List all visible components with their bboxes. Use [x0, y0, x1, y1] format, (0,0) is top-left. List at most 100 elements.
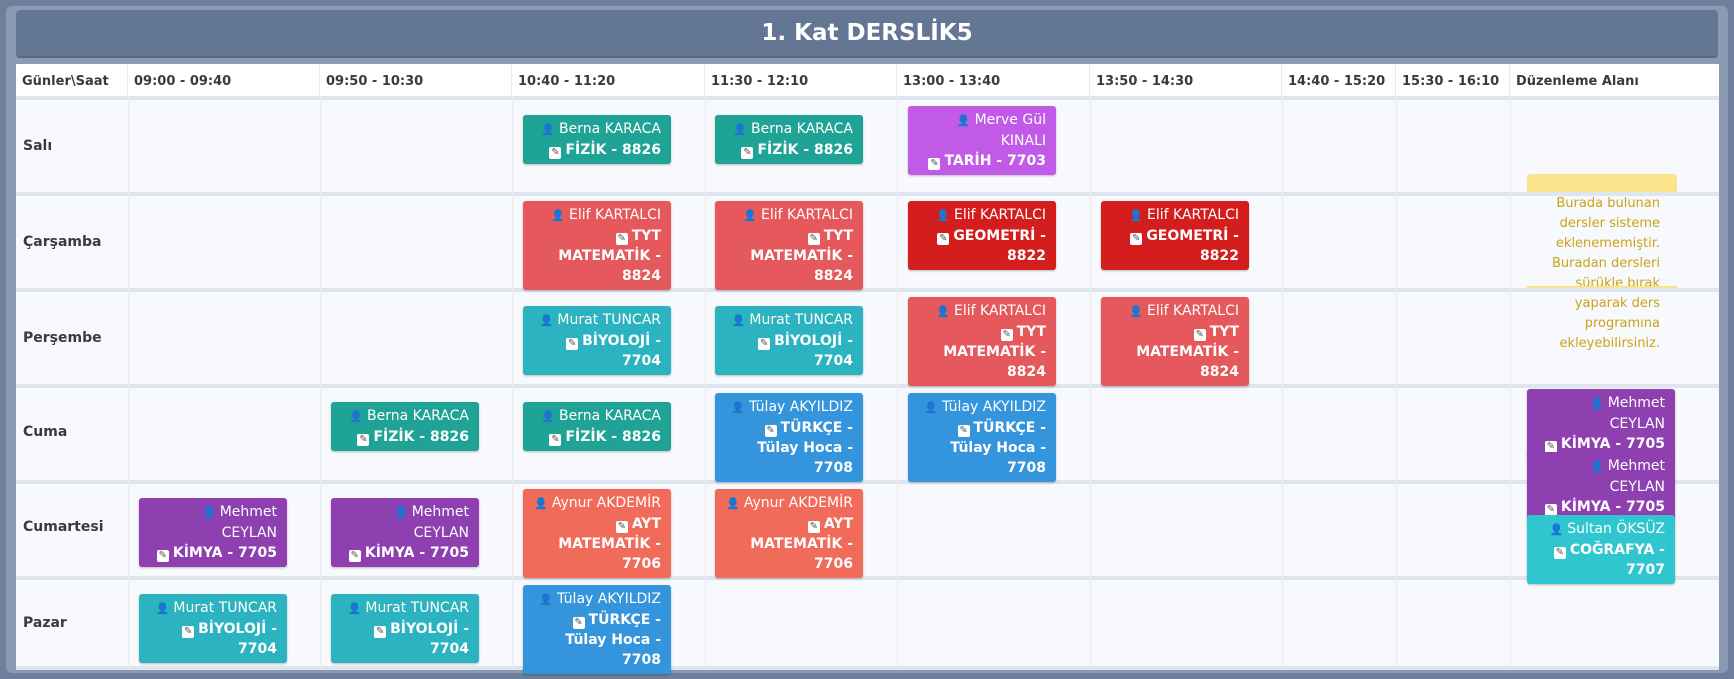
lesson-card[interactable]: Mehmet CEYLAN KİMYA - 7705	[331, 498, 479, 567]
column-line	[897, 96, 898, 670]
lesson-course: BİYOLOJİ - 7704	[147, 619, 277, 659]
day-label-cumartesi: Cumartesi	[23, 519, 104, 535]
lesson-card[interactable]: Elif KARTALCI GEOMETRİ - 8822	[908, 201, 1056, 270]
unassigned-lesson-card[interactable]: Sultan ÖKSÜZ COĞRAFYA - 7707	[1527, 515, 1675, 584]
lesson-course: TÜRKÇE - Tülay Hoca - 7708	[531, 610, 661, 670]
row-bg	[16, 388, 1719, 480]
header-edit-area: Düzenleme Alanı	[1516, 74, 1639, 89]
edit-area-hint-line	[1527, 286, 1677, 288]
day-label-persembe: Perşembe	[23, 330, 102, 346]
lesson-course: AYT MATEMATİK - 7706	[723, 514, 853, 574]
lesson-teacher: Elif KARTALCI	[1109, 205, 1239, 226]
lesson-teacher: Sultan ÖKSÜZ	[1535, 519, 1665, 540]
header-slot-5: 13:00 - 13:40	[897, 64, 1090, 96]
lesson-course: GEOMETRİ - 8822	[1109, 226, 1239, 266]
lesson-card[interactable]: Tülay AKYILDIZ TÜRKÇE - Tülay Hoca - 770…	[523, 585, 671, 674]
column-line	[705, 96, 706, 670]
header-slot-3: 10:40 - 11:20	[512, 64, 705, 96]
lesson-teacher: Tülay AKYILDIZ	[531, 589, 661, 610]
lesson-teacher: Berna KARACA	[531, 119, 661, 140]
lesson-course: KİMYA - 7705	[1535, 434, 1665, 454]
lesson-teacher: Aynur AKDEMİR	[723, 493, 853, 514]
lesson-teacher: Murat TUNCAR	[723, 310, 853, 331]
lesson-teacher: Merve Gül KINALI	[916, 110, 1046, 151]
lesson-teacher: Tülay AKYILDIZ	[916, 397, 1046, 418]
page-title: 1. Kat DERSLİK5	[16, 10, 1718, 58]
day-label-pazar: Pazar	[23, 615, 67, 631]
lesson-card[interactable]: Elif KARTALCI TYT MATEMATİK - 8824	[715, 201, 863, 290]
lesson-teacher: Elif KARTALCI	[916, 301, 1046, 322]
column-line	[1282, 96, 1283, 670]
lesson-card[interactable]: Elif KARTALCI TYT MATEMATİK - 8824	[908, 297, 1056, 386]
day-label-cuma: Cuma	[23, 424, 68, 440]
lesson-teacher: Murat TUNCAR	[339, 598, 469, 619]
lesson-card[interactable]: Elif KARTALCI GEOMETRİ - 8822	[1101, 201, 1249, 270]
lesson-teacher: Mehmet CEYLAN	[1535, 456, 1665, 497]
lesson-teacher: Tülay AKYILDIZ	[723, 397, 853, 418]
lesson-course: FİZİK - 8826	[531, 427, 661, 447]
header-slot-2: 09:50 - 10:30	[320, 64, 512, 96]
lesson-card[interactable]: Murat TUNCAR BİYOLOJİ - 7704	[331, 594, 479, 663]
edit-area-hint-bar	[1527, 174, 1677, 192]
lesson-course: KİMYA - 7705	[339, 543, 469, 563]
schedule-grid: Günler\Saat 09:00 - 09:40 09:50 - 10:30 …	[16, 64, 1719, 670]
day-label-carsamba: Çarşamba	[23, 234, 102, 250]
day-label-sali: Salı	[23, 138, 53, 154]
lesson-card[interactable]: Berna KARACA FİZİK - 8826	[331, 402, 479, 451]
lesson-card[interactable]: Murat TUNCAR BİYOLOJİ - 7704	[523, 306, 671, 375]
lesson-course: TYT MATEMATİK - 8824	[723, 226, 853, 286]
lesson-course: AYT MATEMATİK - 7706	[531, 514, 661, 574]
lesson-course: BİYOLOJİ - 7704	[723, 331, 853, 371]
lesson-card[interactable]: Merve Gül KINALI TARİH - 7703	[908, 106, 1056, 175]
row-bg	[16, 292, 1719, 384]
header-slot-1: 09:00 - 09:40	[128, 64, 320, 96]
lesson-teacher: Berna KARACA	[531, 406, 661, 427]
lesson-course: TÜRKÇE - Tülay Hoca - 7708	[723, 418, 853, 478]
unassigned-lesson-card[interactable]: Mehmet CEYLAN KİMYA - 7705	[1527, 452, 1675, 521]
lesson-card[interactable]: Berna KARACA FİZİK - 8826	[523, 115, 671, 164]
lesson-card[interactable]: Tülay AKYILDIZ TÜRKÇE - Tülay Hoca - 770…	[908, 393, 1056, 482]
header-days-hours: Günler\Saat	[16, 64, 128, 96]
lesson-course: BİYOLOJİ - 7704	[339, 619, 469, 659]
lesson-card[interactable]: Aynur AKDEMİR AYT MATEMATİK - 7706	[523, 489, 671, 578]
lesson-teacher: Berna KARACA	[723, 119, 853, 140]
lesson-card[interactable]: Mehmet CEYLAN KİMYA - 7705	[139, 498, 287, 567]
lesson-teacher: Mehmet CEYLAN	[147, 502, 277, 543]
lesson-card[interactable]: Elif KARTALCI TYT MATEMATİK - 8824	[1101, 297, 1249, 386]
row-separator	[16, 666, 1719, 670]
lesson-teacher: Elif KARTALCI	[723, 205, 853, 226]
lesson-course: KİMYA - 7705	[1535, 497, 1665, 517]
lesson-teacher: Mehmet CEYLAN	[339, 502, 469, 543]
lesson-teacher: Aynur AKDEMİR	[531, 493, 661, 514]
lesson-teacher: Murat TUNCAR	[147, 598, 277, 619]
column-line	[128, 96, 129, 670]
column-line	[320, 96, 321, 670]
lesson-course: TARİH - 7703	[916, 151, 1046, 171]
column-line	[512, 96, 513, 670]
lesson-course: TYT MATEMATİK - 8824	[916, 322, 1046, 382]
lesson-card[interactable]: Aynur AKDEMİR AYT MATEMATİK - 7706	[715, 489, 863, 578]
lesson-card[interactable]: Elif KARTALCI TYT MATEMATİK - 8824	[523, 201, 671, 290]
lesson-teacher: Elif KARTALCI	[531, 205, 661, 226]
edit-area-hint: Burada bulunan dersler sisteme eklenemem…	[1552, 196, 1660, 351]
lesson-course: FİZİK - 8826	[723, 140, 853, 160]
lesson-card[interactable]: Murat TUNCAR BİYOLOJİ - 7704	[715, 306, 863, 375]
lesson-course: FİZİK - 8826	[531, 140, 661, 160]
lesson-card[interactable]: Berna KARACA FİZİK - 8826	[715, 115, 863, 164]
unassigned-lesson-card[interactable]: Mehmet CEYLAN KİMYA - 7705	[1527, 389, 1675, 458]
lesson-course: KİMYA - 7705	[147, 543, 277, 563]
lesson-teacher: Elif KARTALCI	[1109, 301, 1239, 322]
column-line	[1396, 96, 1397, 670]
lesson-card[interactable]: Tülay AKYILDIZ TÜRKÇE - Tülay Hoca - 770…	[715, 393, 863, 482]
row-bg	[16, 100, 1719, 192]
lesson-card[interactable]: Berna KARACA FİZİK - 8826	[523, 402, 671, 451]
lesson-card[interactable]: Murat TUNCAR BİYOLOJİ - 7704	[139, 594, 287, 663]
lesson-course: GEOMETRİ - 8822	[916, 226, 1046, 266]
lesson-course: BİYOLOJİ - 7704	[531, 331, 661, 371]
column-line	[1510, 96, 1511, 670]
lesson-course: COĞRAFYA - 7707	[1535, 540, 1665, 580]
header-slot-6: 13:50 - 14:30	[1090, 64, 1282, 96]
lesson-course: TYT MATEMATİK - 8824	[1109, 322, 1239, 382]
lesson-course: TÜRKÇE - Tülay Hoca - 7708	[916, 418, 1046, 478]
lesson-teacher: Murat TUNCAR	[531, 310, 661, 331]
